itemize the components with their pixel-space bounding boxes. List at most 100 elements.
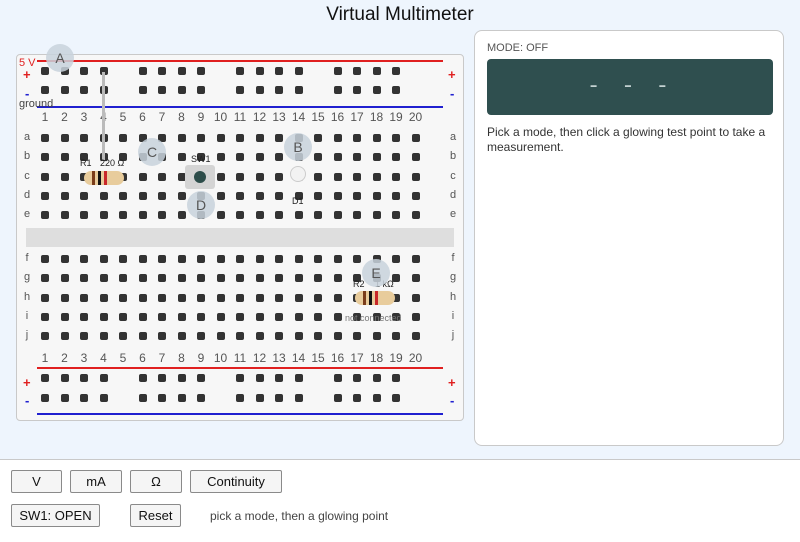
- breadboard-hole[interactable]: [80, 294, 88, 302]
- breadboard-hole[interactable]: [216, 153, 225, 161]
- breadboard-hole[interactable]: [333, 274, 342, 282]
- breadboard-hole[interactable]: [392, 153, 400, 161]
- rail-hole[interactable]: [197, 374, 205, 382]
- breadboard-hole[interactable]: [216, 255, 225, 263]
- breadboard-hole[interactable]: [99, 192, 108, 200]
- reset-button[interactable]: Reset: [130, 504, 181, 527]
- breadboard-hole[interactable]: [80, 211, 88, 219]
- rail-hole[interactable]: [158, 67, 166, 75]
- breadboard-hole[interactable]: [216, 274, 225, 282]
- breadboard-hole[interactable]: [255, 153, 264, 161]
- breadboard-hole[interactable]: [353, 211, 361, 219]
- breadboard-hole[interactable]: [138, 332, 147, 340]
- breadboard-hole[interactable]: [41, 294, 49, 302]
- breadboard-hole[interactable]: [197, 274, 205, 282]
- rail-hole[interactable]: [275, 67, 283, 75]
- breadboard-hole[interactable]: [333, 332, 342, 340]
- test-point-a[interactable]: A: [46, 44, 74, 72]
- breadboard-hole[interactable]: [314, 134, 322, 142]
- mode-ohms-button[interactable]: Ω: [130, 470, 182, 493]
- breadboard-hole[interactable]: [80, 332, 88, 340]
- rail-hole[interactable]: [333, 67, 342, 75]
- breadboard-hole[interactable]: [411, 332, 420, 340]
- breadboard-hole[interactable]: [314, 332, 322, 340]
- breadboard-hole[interactable]: [99, 294, 108, 302]
- breadboard-hole[interactable]: [158, 173, 166, 181]
- rail-hole[interactable]: [255, 67, 264, 75]
- breadboard-hole[interactable]: [411, 313, 420, 321]
- breadboard-hole[interactable]: [119, 313, 127, 321]
- rail-hole[interactable]: [236, 67, 244, 75]
- breadboard-hole[interactable]: [392, 211, 400, 219]
- breadboard-hole[interactable]: [60, 173, 69, 181]
- breadboard-hole[interactable]: [138, 211, 147, 219]
- rail-hole[interactable]: [255, 394, 264, 402]
- breadboard-hole[interactable]: [138, 255, 147, 263]
- breadboard-hole[interactable]: [60, 313, 69, 321]
- breadboard-hole[interactable]: [255, 255, 264, 263]
- switch-button[interactable]: [194, 171, 206, 183]
- rail-hole[interactable]: [99, 374, 108, 382]
- rail-hole[interactable]: [138, 67, 147, 75]
- breadboard-hole[interactable]: [294, 332, 303, 340]
- breadboard-hole[interactable]: [255, 294, 264, 302]
- rail-hole[interactable]: [158, 86, 166, 94]
- breadboard-hole[interactable]: [411, 173, 420, 181]
- breadboard-hole[interactable]: [177, 332, 186, 340]
- breadboard-hole[interactable]: [314, 153, 322, 161]
- rail-hole[interactable]: [197, 394, 205, 402]
- breadboard-hole[interactable]: [294, 294, 303, 302]
- breadboard-hole[interactable]: [158, 274, 166, 282]
- breadboard-hole[interactable]: [41, 173, 49, 181]
- rail-hole[interactable]: [177, 374, 186, 382]
- breadboard-hole[interactable]: [138, 313, 147, 321]
- breadboard-hole[interactable]: [372, 134, 381, 142]
- breadboard-hole[interactable]: [158, 332, 166, 340]
- breadboard-hole[interactable]: [177, 153, 186, 161]
- breadboard-hole[interactable]: [294, 255, 303, 263]
- breadboard-hole[interactable]: [392, 255, 400, 263]
- breadboard-hole[interactable]: [60, 274, 69, 282]
- breadboard-hole[interactable]: [177, 192, 186, 200]
- breadboard-hole[interactable]: [60, 211, 69, 219]
- rail-hole[interactable]: [372, 394, 381, 402]
- rail-hole[interactable]: [255, 86, 264, 94]
- rail-hole[interactable]: [177, 86, 186, 94]
- breadboard-hole[interactable]: [41, 211, 49, 219]
- breadboard-hole[interactable]: [138, 192, 147, 200]
- breadboard-hole[interactable]: [177, 134, 186, 142]
- breadboard-hole[interactable]: [314, 192, 322, 200]
- breadboard-hole[interactable]: [333, 255, 342, 263]
- breadboard-hole[interactable]: [60, 294, 69, 302]
- breadboard-hole[interactable]: [216, 211, 225, 219]
- breadboard-hole[interactable]: [314, 274, 322, 282]
- breadboard-hole[interactable]: [158, 255, 166, 263]
- breadboard-hole[interactable]: [80, 192, 88, 200]
- breadboard-hole[interactable]: [372, 211, 381, 219]
- breadboard-hole[interactable]: [99, 274, 108, 282]
- rail-hole[interactable]: [158, 374, 166, 382]
- rail-hole[interactable]: [80, 394, 88, 402]
- breadboard-hole[interactable]: [392, 192, 400, 200]
- breadboard-hole[interactable]: [236, 211, 244, 219]
- breadboard-hole[interactable]: [119, 274, 127, 282]
- breadboard-hole[interactable]: [99, 255, 108, 263]
- rail-hole[interactable]: [177, 394, 186, 402]
- breadboard-hole[interactable]: [411, 153, 420, 161]
- breadboard-hole[interactable]: [236, 153, 244, 161]
- rail-hole[interactable]: [392, 86, 400, 94]
- breadboard-hole[interactable]: [372, 153, 381, 161]
- breadboard-hole[interactable]: [197, 332, 205, 340]
- breadboard-hole[interactable]: [411, 134, 420, 142]
- test-point-e[interactable]: E: [362, 259, 390, 287]
- breadboard-hole[interactable]: [314, 294, 322, 302]
- rail-hole[interactable]: [41, 394, 49, 402]
- breadboard-hole[interactable]: [216, 134, 225, 142]
- switch-sw1[interactable]: [185, 165, 215, 189]
- breadboard-hole[interactable]: [60, 153, 69, 161]
- rail-hole[interactable]: [197, 67, 205, 75]
- breadboard-hole[interactable]: [372, 173, 381, 181]
- breadboard-hole[interactable]: [158, 192, 166, 200]
- breadboard-hole[interactable]: [392, 134, 400, 142]
- breadboard-hole[interactable]: [41, 134, 49, 142]
